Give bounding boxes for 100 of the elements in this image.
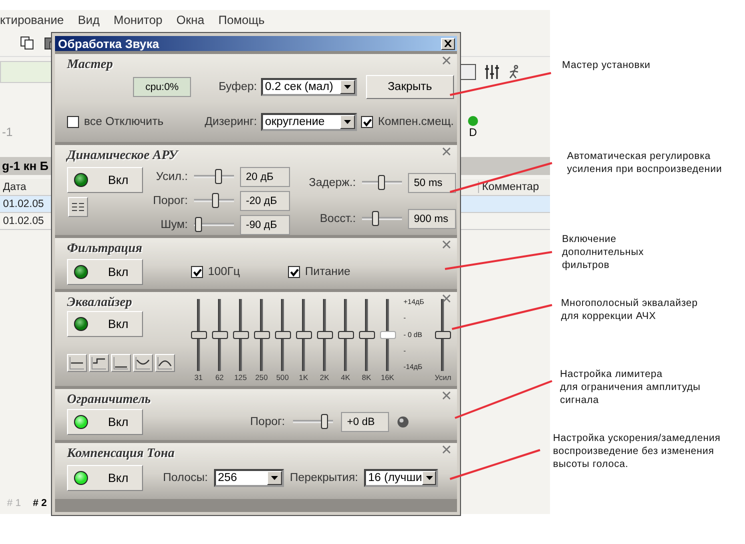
checkbox[interactable] (361, 116, 373, 128)
dropdown-arrow-icon (426, 476, 433, 480)
field-label: Дизеринг: (204, 116, 257, 128)
input-field[interactable] (0, 61, 54, 83)
checkbox-label: 100Гц (208, 266, 240, 278)
value-display: 20 дБ (240, 167, 290, 187)
value-display: 900 ms (408, 209, 456, 229)
toggle-button[interactable]: Вкл (67, 311, 143, 337)
section-title: Эквалайзер (67, 294, 132, 310)
slider-thumb[interactable] (274, 331, 291, 339)
toggle-button[interactable]: Вкл (67, 409, 143, 435)
cpu-meter: cpu:0% (133, 77, 191, 97)
value-display: -20 дБ (240, 191, 290, 211)
slider-thumb[interactable] (232, 331, 249, 339)
running-figure-icon[interactable] (508, 65, 520, 79)
annotation-text: Многополосный эквалайзер для коррекции АЧХ (561, 297, 698, 323)
dropdown[interactable]: 256 (214, 469, 284, 487)
slider-thumb[interactable] (378, 175, 386, 190)
section-title: Компенсация Тона (67, 445, 174, 461)
checkbox[interactable] (288, 266, 300, 278)
status-indicator-icon (468, 116, 478, 126)
toggle-button[interactable]: Вкл (67, 259, 143, 285)
sphere-icon[interactable] (397, 416, 409, 428)
menu-item[interactable]: Вид (78, 13, 100, 27)
close-icon[interactable] (444, 40, 452, 47)
slider-thumb[interactable] (212, 331, 228, 339)
close-button[interactable] (441, 38, 455, 50)
value-display: 50 ms (408, 173, 456, 193)
close-icon[interactable] (442, 294, 451, 303)
low-line-icon (113, 356, 129, 370)
dropdown-arrow-icon (344, 85, 351, 89)
tab[interactable]: # 2 (30, 498, 50, 508)
slider-thumb[interactable] (338, 331, 354, 339)
sliders-icon[interactable] (484, 64, 500, 80)
slider-thumb[interactable] (316, 331, 333, 339)
indicator-label: D (469, 127, 477, 139)
slider-thumb[interactable] (435, 331, 451, 339)
checkbox[interactable] (67, 116, 79, 128)
field-label: Перекрытия: (290, 472, 358, 484)
step-line-icon (91, 356, 107, 370)
square-icon[interactable] (460, 64, 476, 80)
annotation-text: Автоматическая регулировка усиления при воспроизведении (567, 150, 722, 176)
section-title: Ограничитель (67, 391, 151, 407)
checkbox-label: Компен.смещ. (378, 116, 454, 128)
table-cell-text: 01.02.05 (2, 215, 45, 227)
toggle-button[interactable]: Вкл (67, 167, 143, 193)
toggle-button[interactable]: Вкл (67, 465, 143, 491)
preset-button[interactable] (155, 354, 175, 372)
copy-icon[interactable] (20, 36, 34, 50)
slider-thumb[interactable] (212, 193, 219, 208)
dip-curve-icon (135, 356, 151, 370)
value-display: +0 dB (341, 412, 389, 432)
section-title: Фильтрация (67, 240, 142, 256)
field-label: Буфер: (218, 81, 257, 93)
slider-thumb[interactable] (296, 331, 312, 339)
slider-thumb[interactable] (372, 211, 379, 226)
slider-thumb[interactable] (358, 331, 375, 339)
preset-button[interactable] (133, 354, 153, 372)
slider-label: Шум: (160, 219, 188, 231)
checkbox-label: все Отключить (84, 116, 164, 128)
flat-line-icon (69, 356, 85, 370)
checkbox[interactable] (191, 266, 203, 278)
dropdown-arrow-icon (344, 120, 351, 124)
table-cell-text: 01.02.05 (2, 198, 45, 210)
preset-button[interactable] (111, 354, 131, 372)
slider-thumb[interactable] (195, 217, 202, 232)
preset-button[interactable] (67, 354, 87, 372)
slider-label: Задерж.: (308, 177, 356, 189)
annotation-text: Настройка ускорения/замедления воспроизведение без изменения высоты голоса. (553, 432, 720, 471)
slider-thumb[interactable] (380, 331, 396, 339)
slider-label: Восст.: (320, 213, 356, 225)
slider-thumb[interactable] (215, 169, 222, 184)
slider-thumb[interactable] (190, 331, 207, 339)
checkbox-label: Питание (305, 266, 350, 278)
slider-thumb[interactable] (254, 331, 270, 339)
preset-button[interactable] (89, 354, 109, 372)
grid-icon (72, 202, 84, 212)
annotation-text: Включение дополнительных фильтров (562, 233, 644, 272)
dropdown-arrow-icon (270, 476, 278, 480)
column-header[interactable]: Комментар (478, 181, 550, 193)
slider-label: Порог: (250, 416, 285, 428)
menu-item[interactable]: Помощь (218, 13, 265, 27)
grid-icon-button[interactable] (68, 197, 88, 217)
dropdown[interactable]: округление (261, 113, 357, 131)
annotation-text: Мастер установки (562, 59, 650, 72)
slider-label: Порог: (153, 195, 188, 207)
slider-thumb[interactable] (321, 414, 328, 429)
row-label: -1 (1, 125, 13, 139)
value-display: -90 дБ (240, 215, 290, 235)
menu-item[interactable]: Окна (176, 13, 204, 27)
dropdown[interactable]: 0.2 сек (мал) (261, 78, 357, 96)
menu-item[interactable]: Монитор (114, 13, 162, 27)
peak-curve-icon (157, 356, 173, 370)
menu-item[interactable]: ктирование (0, 13, 64, 27)
window-title: Обработка Звука (58, 36, 160, 50)
field-label: Полосы: (163, 472, 208, 484)
close-button[interactable]: Закрыть (366, 75, 454, 99)
dropdown[interactable]: 16 (лучши (364, 469, 438, 487)
annotation-text: Настройка лимитера для ограничения амплитуды сигнала (560, 368, 701, 407)
column-header[interactable]: Дата (0, 181, 49, 193)
